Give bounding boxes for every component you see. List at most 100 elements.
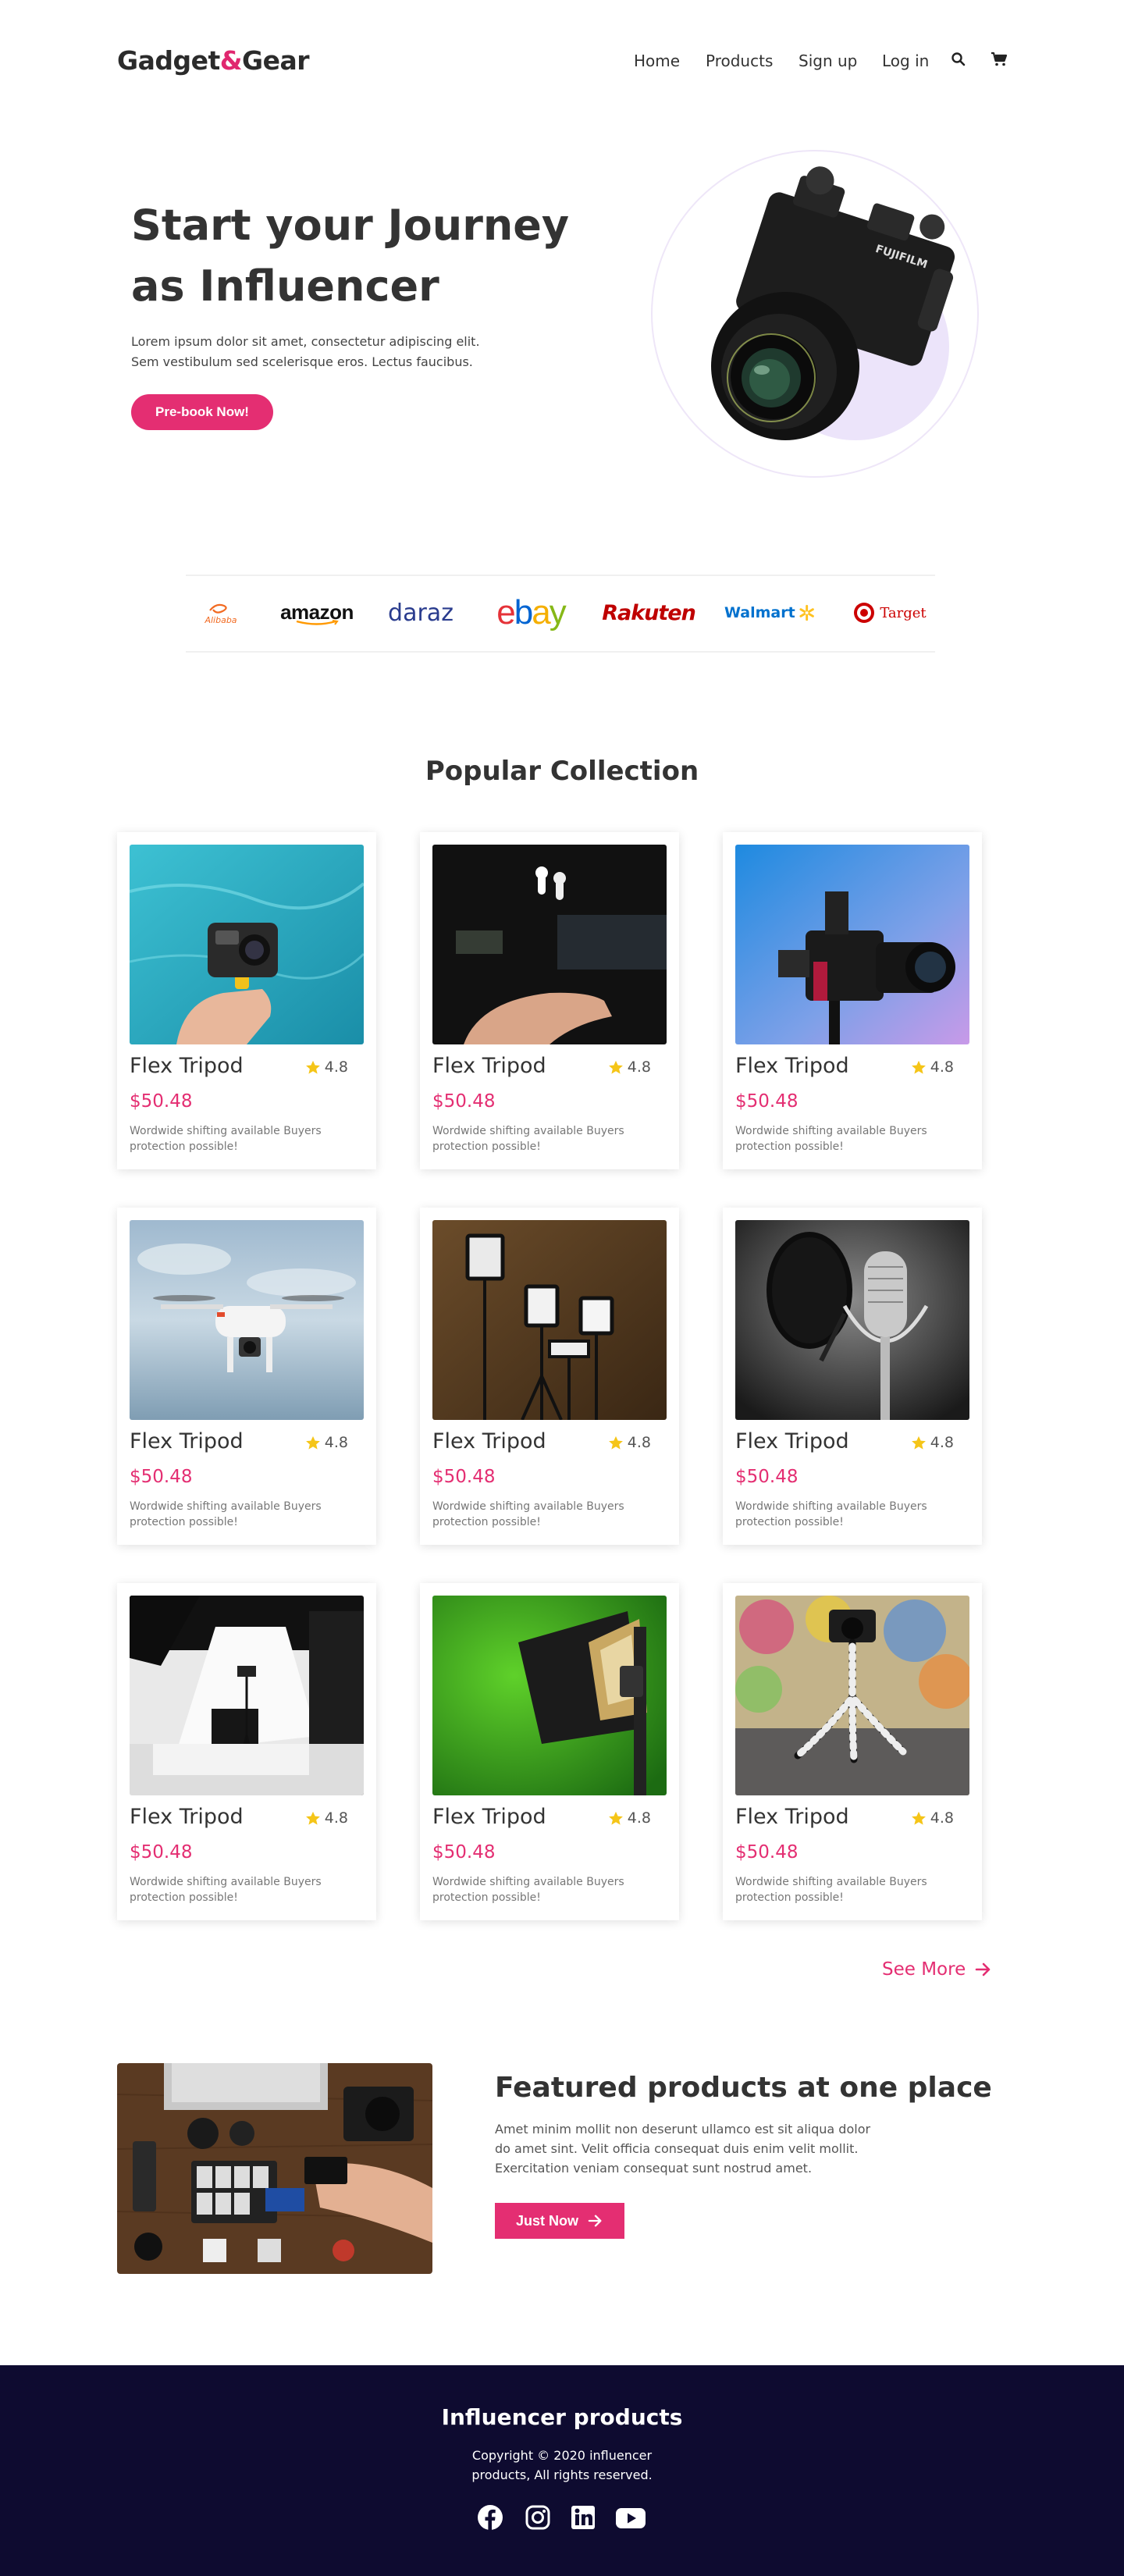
product-rating: 4.8 (305, 1809, 348, 1827)
product-image-microphone (735, 1220, 969, 1420)
product-price: $50.48 (735, 1091, 799, 1112)
product-card[interactable]: Flex Tripod 4.8 $50.48 Wordwide shifting… (117, 832, 376, 1169)
arrow-right-icon (975, 1962, 991, 1976)
product-image-video-camera (735, 845, 969, 1044)
hero-title: Start your Journey as Influencer (131, 201, 570, 311)
product-description: Wordwide shifting available Buyers prote… (735, 1500, 927, 1528)
product-name: Flex Tripod (735, 1805, 849, 1829)
product-name: Flex Tripod (432, 1805, 546, 1829)
instagram-icon[interactable] (525, 2504, 551, 2531)
product-rating: 4.8 (608, 1809, 651, 1827)
product-rating: 4.8 (911, 1434, 954, 1451)
product-name: Flex Tripod (432, 1054, 546, 1078)
product-rating: 4.8 (911, 1059, 954, 1076)
product-image-drone (130, 1220, 364, 1420)
alibaba-text: Alibaba (205, 614, 237, 625)
ebay-logo[interactable]: ebay (490, 593, 571, 632)
see-more-link[interactable]: See More (882, 1959, 992, 1980)
ebay-letter-b: b (514, 593, 534, 632)
rating-value: 4.8 (627, 1434, 651, 1451)
product-description: Wordwide shifting available Buyers prote… (432, 1500, 624, 1528)
star-icon (608, 1811, 623, 1825)
nav-signup[interactable]: Sign up (799, 52, 857, 70)
rating-value: 4.8 (324, 1434, 348, 1451)
product-name: Flex Tripod (735, 1054, 849, 1078)
footer-copyright: Copyright © 2020 influencer products, Al… (471, 2448, 653, 2482)
facebook-icon[interactable] (477, 2504, 503, 2531)
search-icon[interactable] (951, 52, 968, 69)
product-card[interactable]: Flex Tripod 4.8 $50.48 Wordwide shifting… (420, 832, 679, 1169)
amazon-logo[interactable]: amazon (279, 593, 354, 632)
just-now-label: Just Now (515, 2212, 578, 2229)
hero-camera-image: FUJIFILM (651, 150, 979, 478)
featured-gear-flatlay-image (117, 2063, 432, 2274)
product-price: $50.48 (130, 1467, 193, 1487)
ebay-letter-e: e (496, 593, 516, 632)
rating-value: 4.8 (930, 1059, 954, 1076)
product-card[interactable]: Flex Tripod 4.8 $50.48 Wordwide shifting… (723, 832, 982, 1169)
daraz-text: daraz (388, 599, 454, 627)
product-card[interactable]: Flex Tripod 4.8 $50.48 Wordwide shifting… (420, 1208, 679, 1545)
product-name: Flex Tripod (130, 1805, 244, 1829)
logo-text-part1: Gadget (117, 45, 220, 76)
logo-text-part2: Gear (242, 45, 310, 76)
youtube-icon[interactable] (615, 2504, 646, 2531)
nav-products[interactable]: Products (706, 52, 773, 70)
daraz-logo[interactable]: daraz (384, 593, 457, 632)
star-icon (305, 1811, 320, 1825)
star-icon (305, 1060, 320, 1074)
star-icon (911, 1060, 926, 1074)
rating-value: 4.8 (324, 1059, 348, 1076)
product-price: $50.48 (432, 1467, 496, 1487)
walmart-logo[interactable]: Walmart (724, 593, 815, 632)
product-card[interactable]: Flex Tripod 4.8 $50.48 Wordwide shifting… (117, 1583, 376, 1920)
rating-value: 4.8 (627, 1809, 651, 1827)
rating-value: 4.8 (627, 1059, 651, 1076)
linkedin-icon[interactable] (570, 2504, 596, 2531)
product-description: Wordwide shifting available Buyers prote… (432, 1125, 624, 1153)
footer-title: Influencer products (441, 2404, 683, 2430)
product-description: Wordwide shifting available Buyers prote… (432, 1876, 624, 1904)
alibaba-logo[interactable]: Alibaba (197, 593, 245, 632)
see-more-label: See More (882, 1959, 966, 1980)
product-image-action-camera (130, 845, 364, 1044)
product-price: $50.48 (432, 1091, 496, 1112)
product-description: Wordwide shifting available Buyers prote… (735, 1125, 927, 1153)
product-card[interactable]: Flex Tripod 4.8 $50.48 Wordwide shifting… (420, 1583, 679, 1920)
star-icon (305, 1436, 320, 1450)
arrow-right-icon (588, 2215, 602, 2227)
featured-title: Featured products at one place (495, 2072, 992, 2104)
rakuten-logo[interactable]: Rakuten (602, 593, 696, 632)
product-rating: 4.8 (305, 1059, 348, 1076)
product-image-led-lights (432, 1220, 667, 1420)
walmart-spark-icon (799, 604, 814, 621)
product-rating: 4.8 (608, 1434, 651, 1451)
product-name: Flex Tripod (130, 1429, 244, 1453)
product-price: $50.48 (432, 1842, 496, 1863)
prebook-button[interactable]: Pre-book Now! (131, 394, 273, 430)
rakuten-text: Rakuten (602, 600, 696, 625)
product-description: Wordwide shifting available Buyers prote… (130, 1125, 322, 1153)
nav-home[interactable]: Home (634, 52, 680, 70)
product-rating: 4.8 (305, 1434, 348, 1451)
product-card[interactable]: Flex Tripod 4.8 $50.48 Wordwide shifting… (723, 1208, 982, 1545)
product-image-photo-studio (130, 1596, 364, 1795)
cart-icon[interactable] (991, 52, 1008, 69)
product-card[interactable]: Flex Tripod 4.8 $50.48 Wordwide shifting… (117, 1208, 376, 1545)
product-description: Wordwide shifting available Buyers prote… (130, 1500, 322, 1528)
nav-login[interactable]: Log in (882, 52, 929, 70)
featured-description: Amet minim mollit non deserunt ullamco e… (495, 2122, 871, 2176)
brand-logo[interactable]: Gadget&Gear (117, 45, 310, 76)
product-price: $50.48 (735, 1467, 799, 1487)
target-logo[interactable]: Target (852, 593, 927, 632)
just-now-button[interactable]: Just Now (495, 2203, 624, 2239)
star-icon (608, 1436, 623, 1450)
product-price: $50.48 (130, 1842, 193, 1863)
product-image-flexible-tripod (735, 1596, 969, 1795)
popular-collection-title: Popular Collection (425, 756, 699, 787)
star-icon (608, 1060, 623, 1074)
product-card[interactable]: Flex Tripod 4.8 $50.48 Wordwide shifting… (723, 1583, 982, 1920)
rating-value: 4.8 (930, 1434, 954, 1451)
rating-value: 4.8 (930, 1809, 954, 1827)
target-bullseye-icon (854, 603, 875, 623)
